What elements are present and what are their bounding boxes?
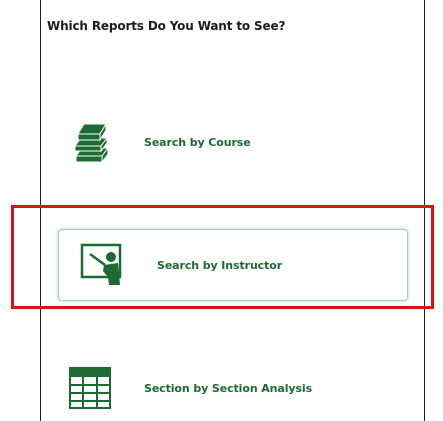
option-label: Search by Course (144, 135, 251, 149)
option-label: Section by Section Analysis (144, 381, 313, 395)
page-title: Which Reports Do You Want to See? (47, 19, 286, 33)
reports-panel (40, 0, 425, 421)
instructor-board-icon (75, 237, 131, 293)
section-analysis-option[interactable]: Section by Section Analysis (62, 360, 312, 416)
option-label: Search by Instructor (157, 258, 283, 272)
books-icon (62, 114, 118, 170)
search-by-instructor-option[interactable]: Search by Instructor (58, 229, 408, 301)
search-by-course-option[interactable]: Search by Course (62, 114, 251, 170)
table-grid-icon (62, 360, 118, 416)
